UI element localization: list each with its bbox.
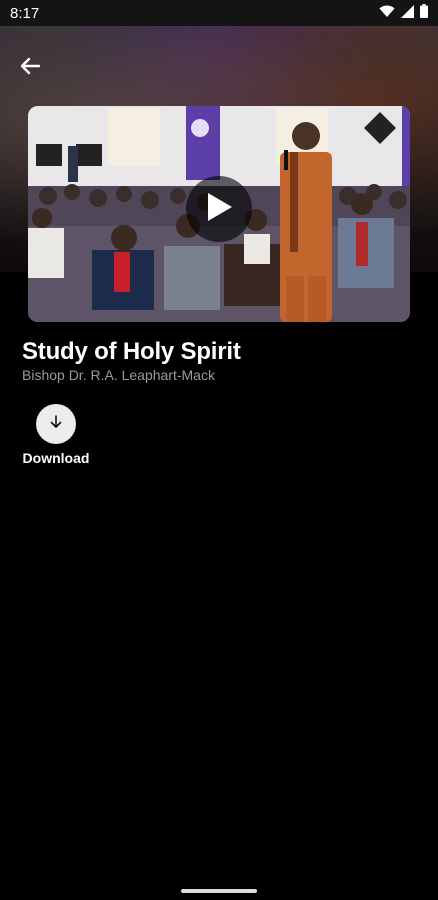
download-button[interactable]: Download: [20, 404, 92, 466]
download-label: Download: [22, 450, 90, 466]
signal-icon: [401, 4, 414, 22]
arrow-left-icon: [19, 55, 41, 82]
battery-icon: [420, 4, 428, 22]
play-button[interactable]: [186, 176, 252, 242]
speaker-name: Bishop Dr. R.A. Leaphart-Mack: [22, 367, 215, 383]
download-circle[interactable]: [36, 404, 76, 444]
status-icons: [379, 4, 428, 22]
sermon-title: Study of Holy Spirit: [22, 338, 241, 365]
gesture-nav-handle[interactable]: [181, 889, 257, 893]
back-button[interactable]: [16, 54, 44, 82]
play-icon: [204, 191, 234, 228]
wifi-icon: [379, 5, 395, 22]
status-bar: 8:17: [0, 0, 438, 26]
status-time: 8:17: [10, 4, 40, 22]
download-arrow-icon: [49, 414, 63, 435]
